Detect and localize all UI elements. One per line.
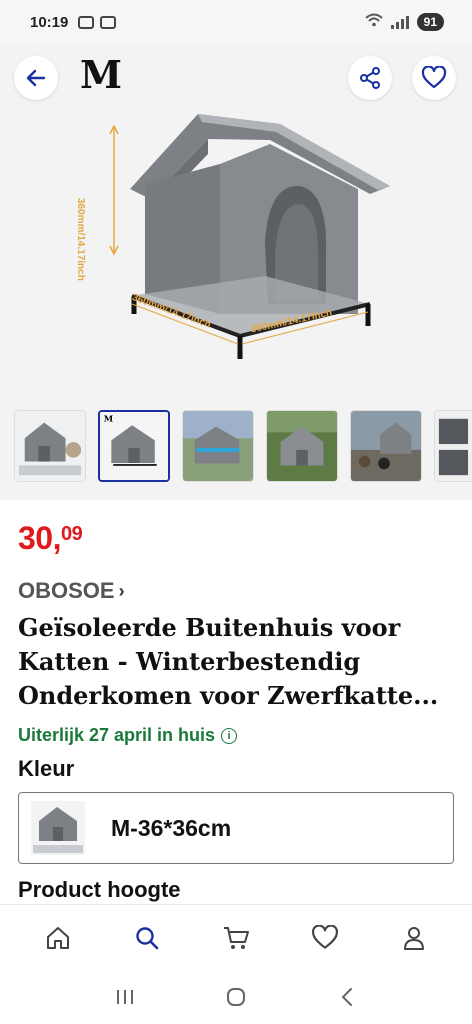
wifi-icon: [364, 13, 383, 32]
heart-icon: [311, 924, 338, 949]
seller-name: OBOSOE: [18, 578, 115, 603]
status-icons: [78, 15, 117, 29]
calendar-icon: [100, 15, 117, 29]
thumbnail-3[interactable]: [182, 410, 254, 482]
thumbnail-4[interactable]: [266, 410, 338, 482]
home-system-button[interactable]: [216, 977, 256, 1017]
dimension-height-label: 360mm/14.17inch: [75, 198, 86, 281]
delivery-info: Uiterlijk 27 april in huis i: [18, 725, 238, 746]
thumbnail-2[interactable]: M: [98, 410, 170, 482]
nav-search[interactable]: [125, 916, 169, 960]
share-button[interactable]: [348, 56, 392, 100]
seller-link[interactable]: OBOSOE ›: [18, 578, 125, 604]
user-icon: [403, 926, 424, 950]
price-cents: 09: [60, 523, 83, 545]
product-gallery[interactable]: M 360mm/14.17inch 360mm/14.17inch 360mm/…: [0, 44, 472, 500]
status-time: 10:19: [30, 13, 69, 31]
battery-indicator: 91: [416, 13, 444, 31]
chevron-right-icon: ›: [118, 580, 125, 601]
signal-icon: [390, 15, 409, 29]
price-main: 30,: [18, 520, 61, 556]
back-chevron-icon: [341, 988, 352, 1006]
product-main-image[interactable]: [90, 104, 400, 414]
screenshot-icon: [78, 15, 95, 29]
product-title: Geïsoleerde Buitenhuis voor Katten - Win…: [18, 613, 439, 710]
arrow-left-icon: [26, 69, 46, 87]
color-label: Kleur: [18, 756, 75, 781]
recents-button[interactable]: [105, 977, 145, 1017]
recents-icon: [117, 990, 134, 1004]
nav-home[interactable]: [36, 916, 80, 960]
brand-logo: M: [80, 52, 123, 97]
nav-favorites[interactable]: [303, 916, 347, 960]
thumbnail-strip[interactable]: M: [14, 410, 472, 484]
heart-icon: [421, 66, 447, 89]
favorite-button[interactable]: [412, 56, 456, 100]
system-navigation: [0, 970, 472, 1024]
status-bar: 10:19 91: [0, 0, 472, 44]
product-price: 30,09: [18, 520, 83, 557]
delivery-text: Uiterlijk 27 april in huis: [18, 725, 216, 745]
variant-selector[interactable]: M-36*36cm: [18, 792, 454, 864]
share-icon: [360, 67, 380, 89]
thumbnail-5[interactable]: [350, 410, 422, 482]
search-icon: [136, 926, 159, 949]
product-height-label: Product hoogte: [18, 877, 181, 902]
home-icon: [47, 926, 70, 949]
bottom-navigation: [0, 904, 472, 970]
info-icon[interactable]: i: [221, 727, 238, 744]
nav-cart[interactable]: [214, 916, 258, 960]
home-circle-icon: [226, 988, 245, 1006]
variant-label: M-36*36cm: [111, 814, 232, 841]
svg-text:M: M: [104, 414, 114, 424]
thumbnail-1[interactable]: [14, 410, 86, 482]
back-system-button[interactable]: [327, 977, 367, 1017]
back-button[interactable]: [14, 56, 58, 100]
status-right: 91: [364, 13, 444, 32]
cart-icon: [223, 926, 249, 949]
variant-thumbnail: [31, 801, 85, 855]
nav-account[interactable]: [392, 916, 436, 960]
thumbnail-6[interactable]: [434, 410, 472, 482]
